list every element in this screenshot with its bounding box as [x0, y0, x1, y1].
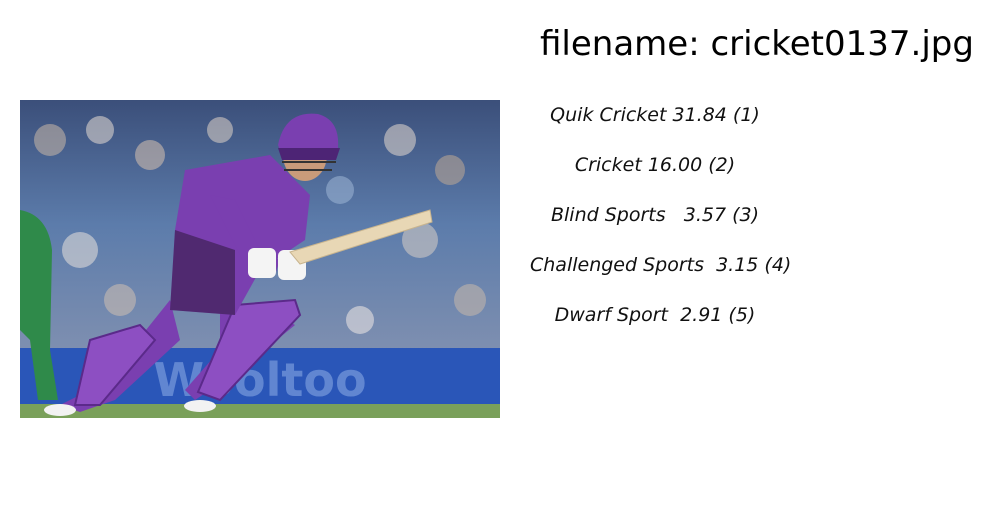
prediction-item-2: Cricket 16.00 (2) — [574, 154, 736, 176]
filename-title: filename: cricket0137.jpg — [540, 24, 974, 64]
cricket-batsman-image: Wooltoo — [20, 100, 500, 418]
prediction-item-3: Blind Sports 3.57 (3) — [550, 204, 760, 226]
prediction-item-1: Quik Cricket 31.84 (1) — [550, 104, 760, 126]
prediction-item-4: Challenged Sports 3.15 (4) — [530, 254, 792, 276]
banner-text: Wooltoo — [153, 353, 366, 407]
cricket-photo: Wooltoo — [20, 100, 500, 418]
prediction-list: Quik Cricket 31.84 (1) Cricket 16.00 (2)… — [530, 101, 792, 351]
prediction-item-5: Dwarf Sport 2.91 (5) — [554, 304, 756, 326]
